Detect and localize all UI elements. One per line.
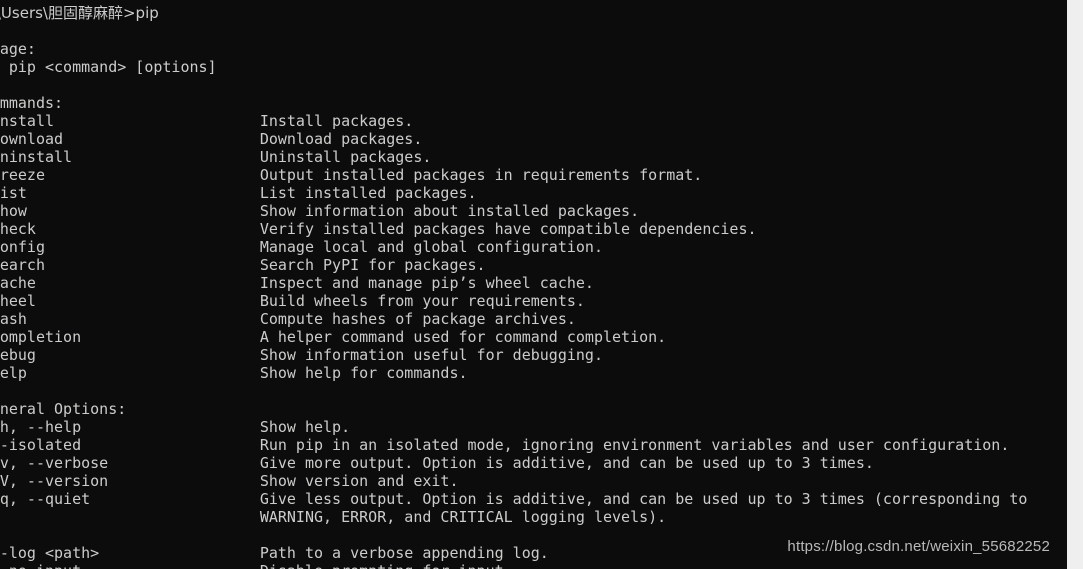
command-description: Output installed packages in requirement… bbox=[259, 166, 703, 184]
option-row: -V, --version Show version and exit. bbox=[0, 472, 1067, 490]
command-description: List installed packages. bbox=[259, 184, 477, 202]
option-name: -V, --version bbox=[0, 472, 109, 490]
command-name: hash bbox=[0, 310, 27, 328]
right-edge-strip bbox=[1067, 0, 1083, 569]
command-description: Install packages. bbox=[259, 112, 414, 130]
option-description: Disable prompting for input. bbox=[260, 562, 513, 569]
command-row: show Show information about installed pa… bbox=[0, 202, 1067, 220]
option-description: Path to a verbose appending log. bbox=[259, 544, 549, 562]
option-name: --isolated bbox=[0, 436, 82, 454]
command-description: Verify installed packages have compatibl… bbox=[259, 220, 757, 238]
option-name: --no-input bbox=[0, 562, 81, 569]
command-row: cache Inspect and manage pip’s wheel cac… bbox=[0, 274, 1067, 292]
console-text-buffer: :\Users\胆固醇麻醉>pip sage: pip <command> [o… bbox=[0, 4, 1067, 569]
command-row: install Install packages. bbox=[0, 112, 1067, 130]
option-description: Show version and exit. bbox=[259, 472, 459, 490]
command-name: uninstall bbox=[0, 148, 73, 166]
command-row: uninstall Uninstall packages. bbox=[0, 148, 1067, 166]
command-row: freeze Output installed packages in requ… bbox=[0, 166, 1067, 184]
command-name: completion bbox=[0, 328, 82, 346]
command-prompt-console[interactable]: :\Users\胆固醇麻醉>pip sage: pip <command> [o… bbox=[0, 0, 1067, 569]
command-name: wheel bbox=[0, 292, 36, 310]
option-row: --no-input Disable prompting for input. bbox=[0, 562, 1067, 569]
option-name: -v, --verbose bbox=[0, 454, 109, 472]
command-name: debug bbox=[0, 346, 36, 364]
command-name: check bbox=[0, 220, 36, 238]
command-name: install bbox=[0, 112, 55, 130]
screenshot-root: :\Users\胆固醇麻醉>pip sage: pip <command> [o… bbox=[0, 0, 1083, 569]
option-row: -q, --quiet Give less output. Option is … bbox=[0, 490, 1067, 508]
option-row: -h, --help Show help. bbox=[0, 418, 1067, 436]
command-row: list List installed packages. bbox=[0, 184, 1067, 202]
command-name: config bbox=[0, 238, 45, 256]
option-description: Run pip in an isolated mode, ignoring en… bbox=[259, 436, 1010, 454]
usage-heading: sage: bbox=[0, 40, 36, 58]
watermark-text: https://blog.csdn.net/weixin_55682252 bbox=[787, 538, 1050, 555]
command-row: debug Show information useful for debugg… bbox=[0, 346, 1067, 364]
commands-heading: ommands: bbox=[0, 94, 64, 112]
command-description: Manage local and global configuration. bbox=[259, 238, 603, 256]
command-row: hash Compute hashes of package archives. bbox=[0, 310, 1067, 328]
command-description: Show information about installed package… bbox=[259, 202, 640, 220]
command-row: completion A helper command used for com… bbox=[0, 328, 1067, 346]
option-name: --log <path> bbox=[0, 544, 100, 562]
command-name: show bbox=[0, 202, 27, 220]
command-description: Inspect and manage pip’s wheel cache. bbox=[259, 274, 594, 292]
option-row-continuation: WARNING, ERROR, and CRITICAL logging lev… bbox=[0, 508, 1067, 526]
option-description: WARNING, ERROR, and CRITICAL logging lev… bbox=[259, 508, 667, 526]
option-row: -v, --verbose Give more output. Option i… bbox=[0, 454, 1067, 472]
general-options-heading: eneral Options: bbox=[0, 400, 127, 418]
command-name: download bbox=[0, 130, 64, 148]
command-name: list bbox=[0, 184, 27, 202]
prompt-line: :\Users\胆固醇麻醉>pip bbox=[0, 4, 159, 22]
command-name: cache bbox=[0, 274, 36, 292]
command-row: check Verify installed packages have com… bbox=[0, 220, 1067, 238]
command-name: freeze bbox=[0, 166, 45, 184]
command-row: config Manage local and global configura… bbox=[0, 238, 1067, 256]
option-description: Give less output. Option is additive, an… bbox=[259, 490, 1028, 508]
option-description: Show help. bbox=[259, 418, 351, 436]
command-description: Uninstall packages. bbox=[259, 148, 432, 166]
usage-line: pip <command> [options] bbox=[0, 58, 217, 76]
option-name: -h, --help bbox=[0, 418, 82, 436]
command-name: help bbox=[0, 364, 27, 382]
command-description: Download packages. bbox=[259, 130, 423, 148]
command-description: Build wheels from your requirements. bbox=[259, 292, 585, 310]
option-description: Give more output. Option is additive, an… bbox=[259, 454, 874, 472]
command-description: Show help for commands. bbox=[259, 364, 468, 382]
command-row: help Show help for commands. bbox=[0, 364, 1067, 382]
command-description: Search PyPI for packages. bbox=[259, 256, 486, 274]
command-name: search bbox=[0, 256, 45, 274]
command-description: Show information useful for debugging. bbox=[259, 346, 603, 364]
command-row: download Download packages. bbox=[0, 130, 1067, 148]
command-row: search Search PyPI for packages. bbox=[0, 256, 1067, 274]
command-description: A helper command used for command comple… bbox=[259, 328, 667, 346]
option-row: --isolated Run pip in an isolated mode, … bbox=[0, 436, 1067, 454]
command-row: wheel Build wheels from your requirement… bbox=[0, 292, 1067, 310]
command-description: Compute hashes of package archives. bbox=[259, 310, 576, 328]
option-name: -q, --quiet bbox=[0, 490, 91, 508]
